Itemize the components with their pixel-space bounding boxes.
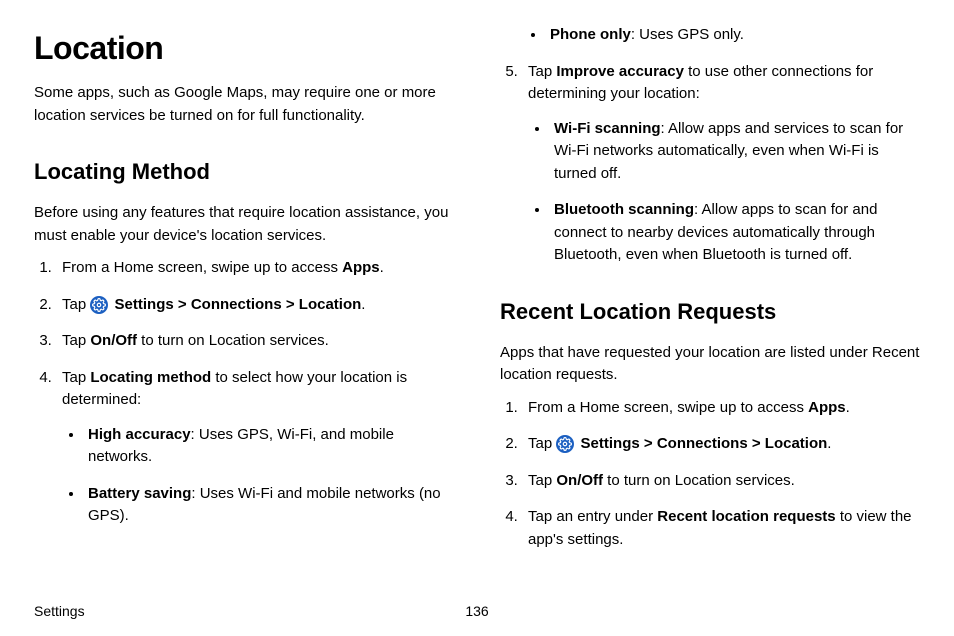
left-column: Location Some apps, such as Google Maps,… [34, 24, 454, 565]
settings-label: Settings [115, 296, 174, 313]
step-text: Tap [62, 296, 90, 313]
option-high-accuracy: High accuracy: Uses GPS, Wi-Fi, and mobi… [84, 424, 454, 469]
connections-label: Connections [657, 435, 748, 452]
locating-method-options-cont: Phone only: Uses GPS only. [500, 24, 920, 47]
step-text: to turn on Location services. [137, 332, 329, 349]
sep: > [748, 435, 765, 452]
apps-label: Apps [342, 259, 380, 276]
location-label: Location [299, 296, 362, 313]
step-text: Tap [528, 472, 556, 489]
onoff-label: On/Off [556, 472, 603, 489]
apps-label: Apps [808, 399, 846, 416]
sep: > [282, 296, 299, 313]
step-text: From a Home screen, swipe up to access [62, 259, 342, 276]
locating-method-steps: From a Home screen, swipe up to access A… [34, 257, 454, 528]
settings-label: Settings [581, 435, 640, 452]
option-desc: : Uses GPS only. [631, 26, 744, 43]
step-1: From a Home screen, swipe up to access A… [56, 257, 454, 280]
step-4: Tap Locating method to select how your l… [56, 367, 454, 528]
step-text: Tap [528, 63, 556, 80]
step-5: Tap Improve accuracy to use other connec… [522, 61, 920, 267]
locating-method-options: High accuracy: Uses GPS, Wi-Fi, and mobi… [62, 424, 454, 528]
sep: > [640, 435, 657, 452]
right-column: Phone only: Uses GPS only. Tap Improve a… [500, 24, 920, 565]
option-label: Bluetooth scanning [554, 201, 694, 218]
step-text: Tap an entry under [528, 508, 657, 525]
recent-requests-steps: From a Home screen, swipe up to access A… [500, 397, 920, 552]
recent-requests-label: Recent location requests [657, 508, 835, 525]
locating-method-intro: Before using any features that require l… [34, 202, 454, 247]
footer-section: Settings [34, 601, 85, 622]
step-text: From a Home screen, swipe up to access [528, 399, 808, 416]
step-4: Tap an entry under Recent location reque… [522, 506, 920, 551]
step-text: to turn on Location services. [603, 472, 795, 489]
locating-method-steps-cont: Tap Improve accuracy to use other connec… [500, 61, 920, 267]
intro-text: Some apps, such as Google Maps, may requ… [34, 82, 454, 127]
page-title: Location [34, 24, 454, 72]
option-label: Battery saving [88, 485, 191, 502]
onoff-label: On/Off [90, 332, 137, 349]
recent-requests-intro: Apps that have requested your location a… [500, 342, 920, 387]
step-text: Tap [528, 435, 556, 452]
improve-accuracy-label: Improve accuracy [556, 63, 684, 80]
option-label: High accuracy [88, 426, 191, 443]
connections-label: Connections [191, 296, 282, 313]
heading-recent-location-requests: Recent Location Requests [500, 295, 920, 328]
step-text: Tap [62, 332, 90, 349]
option-wifi-scanning: Wi-Fi scanning: Allow apps and services … [550, 118, 920, 186]
settings-icon [90, 296, 108, 314]
step-3: Tap On/Off to turn on Location services. [56, 330, 454, 353]
sep: > [174, 296, 191, 313]
location-label: Location [765, 435, 828, 452]
option-label: Phone only [550, 26, 631, 43]
content-columns: Location Some apps, such as Google Maps,… [34, 24, 920, 565]
option-battery-saving: Battery saving: Uses Wi-Fi and mobile ne… [84, 483, 454, 528]
step-2: Tap Settings > Connections > Location. [56, 294, 454, 317]
option-label: Wi-Fi scanning [554, 120, 661, 137]
option-bluetooth-scanning: Bluetooth scanning: Allow apps to scan f… [550, 199, 920, 267]
step-3: Tap On/Off to turn on Location services. [522, 470, 920, 493]
step-text: . [361, 296, 365, 313]
option-phone-only: Phone only: Uses GPS only. [546, 24, 920, 47]
footer-page-number: 136 [465, 601, 488, 622]
step-2: Tap Settings > Connections > Location. [522, 433, 920, 456]
settings-icon [556, 435, 574, 453]
step-text: . [827, 435, 831, 452]
improve-accuracy-options: Wi-Fi scanning: Allow apps and services … [528, 118, 920, 267]
locating-method-label: Locating method [90, 369, 211, 386]
page-footer: Settings 136 [34, 601, 920, 622]
step-text: . [846, 399, 850, 416]
step-text: . [380, 259, 384, 276]
heading-locating-method: Locating Method [34, 155, 454, 188]
step-text: Tap [62, 369, 90, 386]
step-1: From a Home screen, swipe up to access A… [522, 397, 920, 420]
